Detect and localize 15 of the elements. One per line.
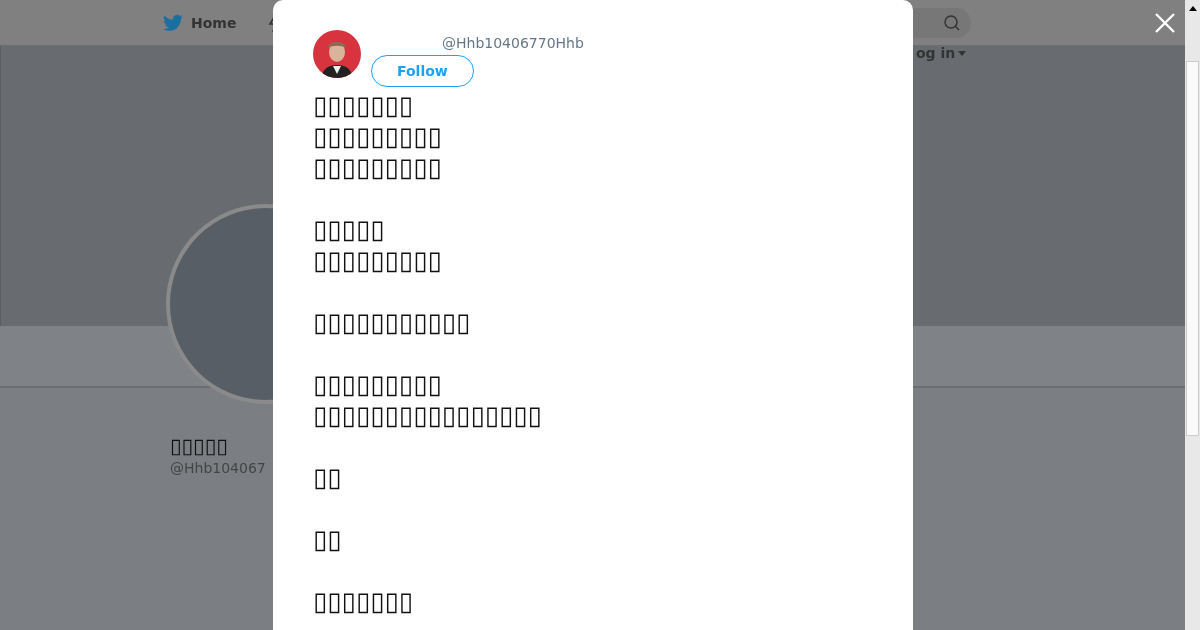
bird-icon	[163, 13, 183, 32]
search-icon	[943, 13, 961, 32]
close-button[interactable]	[1155, 13, 1175, 33]
up-arrow-icon	[1188, 6, 1197, 11]
home-link[interactable]: Home	[163, 13, 237, 32]
profile-handle: @Hhb104067	[170, 460, 267, 476]
tweet-text: ▯▯▯▯▯▯▯ ▯▯▯▯▯▯▯▯▯ ▯▯▯▯▯▯▯▯▯ ▯▯▯▯▯ ▯▯▯▯▯▯▯▯▯ ▯▯▯▯▯▯▯▯▯▯▯ ▯▯▯▯▯▯▯▯▯ ▯▯▯▯▯▯▯▯▯▯▯▯▯▯▯▯ ▯▯ ▯▯ ▯▯▯▯▯▯▯	[313, 90, 543, 617]
profile-name: ▯▯▯▯▯	[170, 434, 229, 458]
login-menu[interactable]: og in	[916, 45, 967, 61]
caret-icon	[958, 50, 967, 56]
scrollbar-thumb[interactable]	[1186, 61, 1199, 436]
close-icon	[1155, 13, 1175, 33]
follow-button[interactable]: Follow	[371, 55, 474, 87]
user-handle: @Hhb10406770Hhb	[442, 35, 584, 51]
scrollbar[interactable]	[1185, 0, 1200, 630]
